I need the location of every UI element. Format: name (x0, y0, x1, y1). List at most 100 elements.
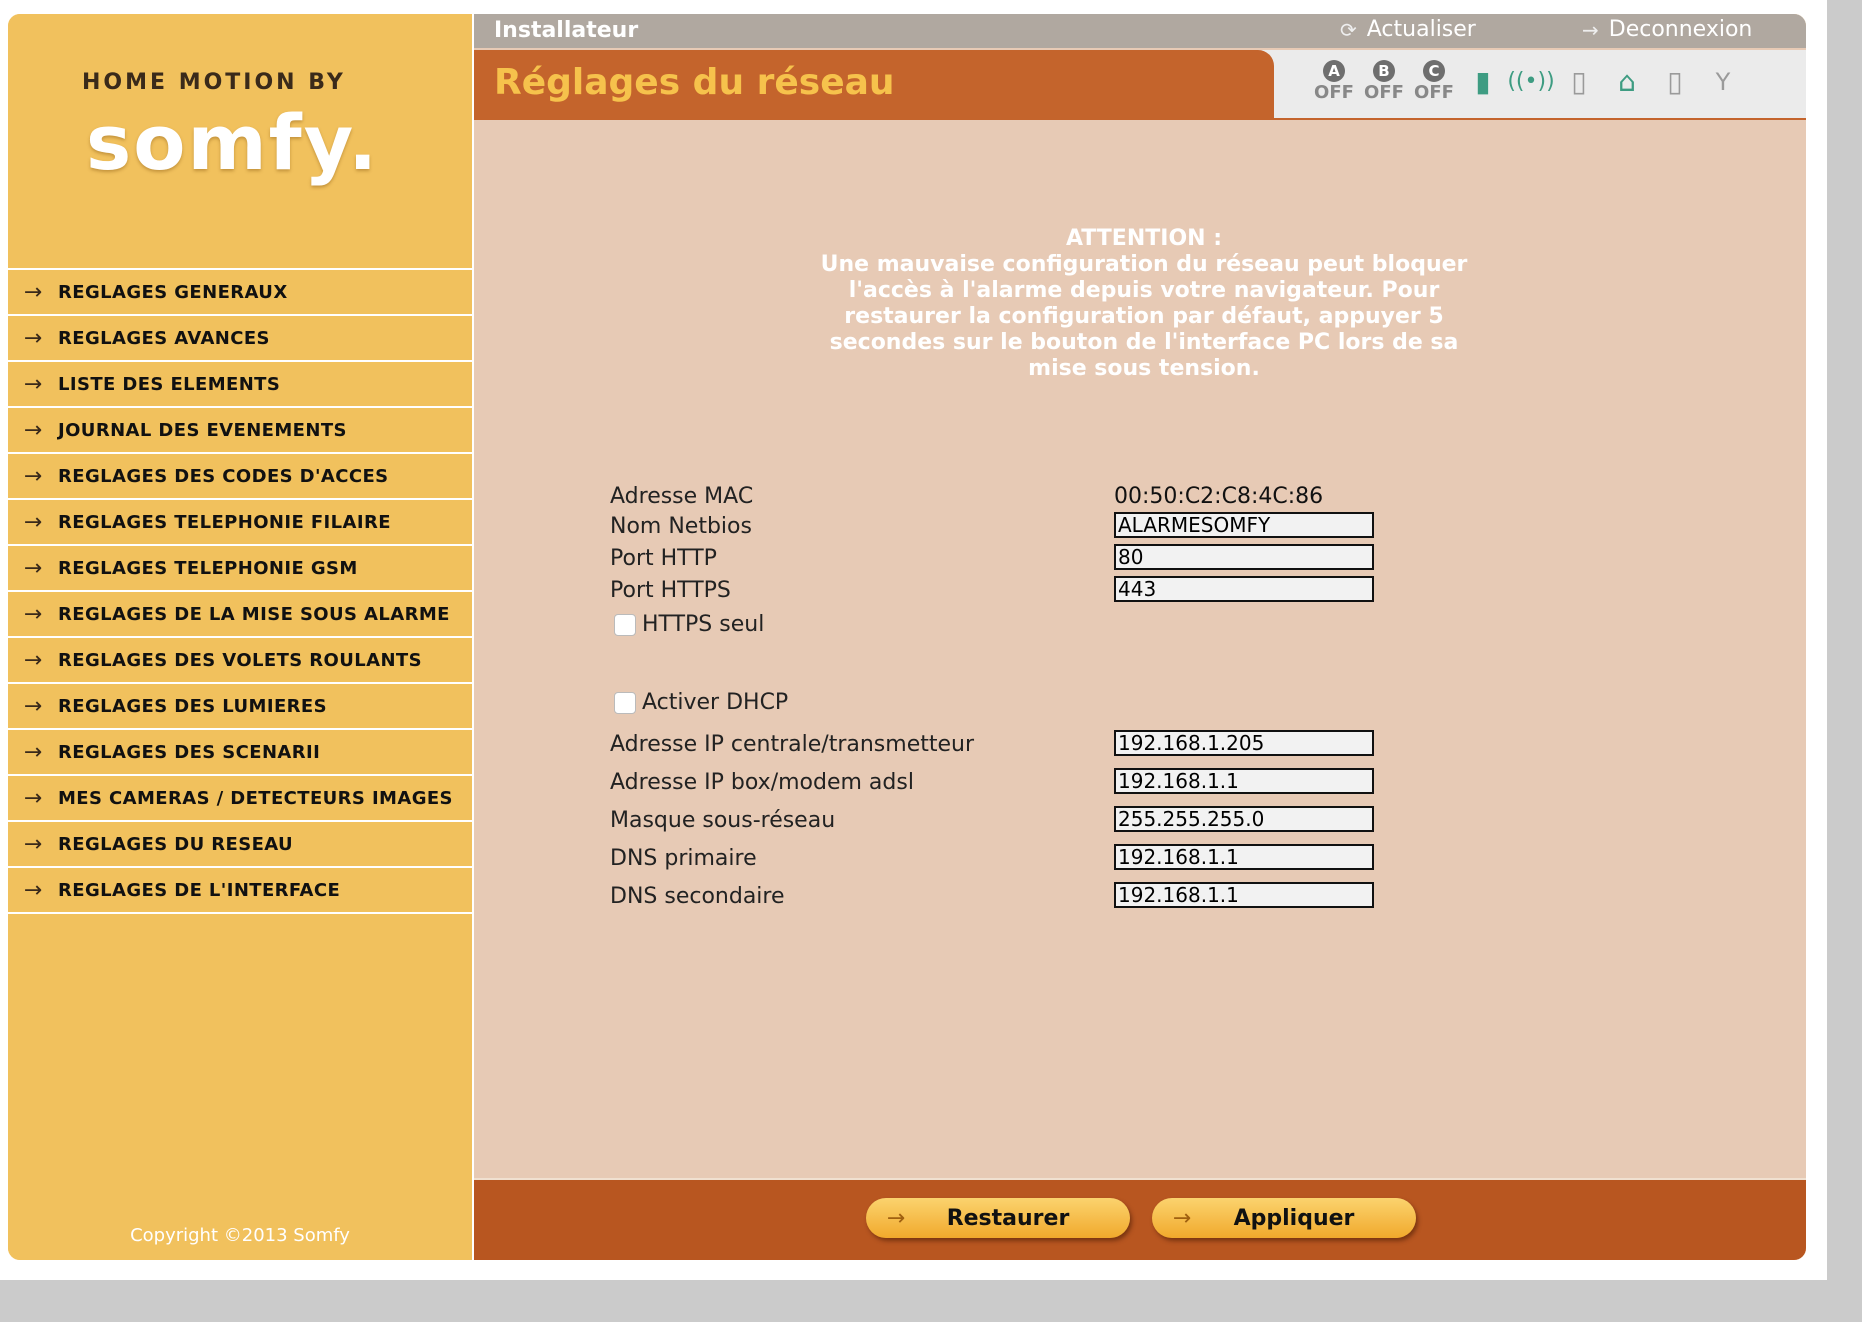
page-title: Réglages du réseau (494, 62, 895, 103)
https-only-option[interactable]: HTTPS seul (614, 612, 764, 637)
sidebar-item-label: REGLAGES DES VOLETS ROULANTS (58, 649, 422, 671)
title-tab: Réglages du réseau (474, 50, 1274, 120)
dhcp-checkbox[interactable] (614, 691, 636, 714)
dns-secondary-input[interactable] (1114, 882, 1374, 908)
sidebar-item-label: REGLAGES DES LUMIERES (58, 695, 327, 717)
sidebar-item-reseau[interactable]: → REGLAGES DU RESEAU (8, 822, 472, 868)
dns-primary-input[interactable] (1114, 844, 1374, 870)
arrow-right-icon: → (1172, 1205, 1192, 1231)
arrow-right-icon: → (23, 647, 43, 673)
sidebar-item-label: REGLAGES DU RESEAU (58, 833, 294, 855)
sidebar-item-liste-elements[interactable]: → LISTE DES ELEMENTS (8, 362, 472, 408)
zone-a-icon: A (1323, 60, 1345, 82)
arrow-right-icon: → (1582, 17, 1599, 42)
logo-tagline: HOME MOTION BY (82, 70, 346, 95)
apply-button-label: Appliquer (1233, 1205, 1355, 1231)
http-port-label: Port HTTP (610, 546, 717, 571)
arrow-right-icon: → (23, 831, 43, 857)
arrow-right-icon: → (23, 371, 43, 397)
refresh-label: Actualiser (1366, 17, 1476, 42)
sidebar-nav: → REGLAGES GENERAUX → REGLAGES AVANCES → LI… (8, 268, 472, 914)
zone-a-state: OFF (1314, 82, 1354, 103)
app-window: HOME MOTION BY somfy. → REGLAGES GENERAUX… (8, 14, 1806, 1260)
subnet-mask-input[interactable] (1114, 806, 1374, 832)
sidebar-item-reglages-avances[interactable]: → REGLAGES AVANCES (8, 316, 472, 362)
https-port-label: Port HTTPS (610, 578, 731, 603)
main-panel: Installateur ⟳ Actualiser → Deconnexion … (474, 14, 1806, 1260)
arrow-right-icon: → (23, 279, 43, 305)
arrow-right-icon: → (23, 463, 43, 489)
sidebar-item-volets-roulants[interactable]: → REGLAGES DES VOLETS ROULANTS (8, 638, 472, 684)
zone-b-status: B OFF (1359, 60, 1409, 104)
refresh-icon: ⟳ (1340, 17, 1357, 42)
sidebar-item-label: REGLAGES DES CODES D'ACCES (58, 465, 389, 487)
https-only-checkbox[interactable] (614, 613, 636, 636)
mac-value: 00:50:C2:C8:4C:86 (1114, 484, 1324, 509)
zone-c-status: C OFF (1409, 60, 1459, 104)
arrow-right-icon: → (23, 785, 43, 811)
sidebar-item-telephonie-gsm[interactable]: → REGLAGES TELEPHONIE GSM (8, 546, 472, 592)
sidebar-item-label: REGLAGES DE LA MISE SOUS ALARME (58, 603, 450, 625)
netbios-label: Nom Netbios (610, 514, 752, 539)
user-role-label: Installateur (494, 18, 639, 43)
gsm-antenna-icon: Y (1715, 68, 1731, 96)
subnet-mask-label: Masque sous-réseau (610, 808, 836, 833)
dhcp-label: Activer DHCP (642, 690, 789, 715)
somfy-logo: HOME MOTION BY somfy. (8, 14, 472, 266)
copyright-text: Copyright ©2013 Somfy (130, 1225, 350, 1246)
sidebar-item-label: REGLAGES TELEPHONIE FILAIRE (58, 511, 391, 533)
zone-b-state: OFF (1364, 82, 1404, 103)
title-bar: Réglages du réseau A OFF B OFF C OFF ▮ (… (474, 50, 1806, 120)
https-port-input[interactable] (1114, 576, 1374, 602)
topbar: Installateur ⟳ Actualiser → Deconnexion (474, 14, 1806, 48)
sidebar-item-reglages-generaux[interactable]: → REGLAGES GENERAUX (8, 270, 472, 316)
sidebar-item-interface[interactable]: → REGLAGES DE L'INTERFACE (8, 868, 472, 914)
restore-button[interactable]: → Restaurer (866, 1198, 1130, 1238)
gateway-label: Adresse IP box/modem adsl (610, 770, 914, 795)
dns-secondary-label: DNS secondaire (610, 884, 785, 909)
arrow-right-icon: → (23, 739, 43, 765)
arrow-right-icon: → (886, 1205, 906, 1231)
sidebar: HOME MOTION BY somfy. → REGLAGES GENERAUX… (8, 14, 474, 1260)
door-icon: ▯ (1667, 65, 1683, 98)
warning-text: Une mauvaise configuration du réseau peu… (820, 252, 1468, 381)
arrow-right-icon: → (23, 601, 43, 627)
ip-input[interactable] (1114, 730, 1374, 756)
sidebar-item-journal[interactable]: → JOURNAL DES EVENEMENTS (8, 408, 472, 454)
mac-label: Adresse MAC (610, 484, 754, 509)
sidebar-item-cameras[interactable]: → MES CAMERAS / DETECTEURS IMAGES (8, 776, 472, 822)
dns-primary-label: DNS primaire (610, 846, 757, 871)
sidebar-item-telephonie-filaire[interactable]: → REGLAGES TELEPHONIE FILAIRE (8, 500, 472, 546)
dhcp-option[interactable]: Activer DHCP (614, 690, 788, 715)
zone-b-icon: B (1373, 60, 1395, 82)
sidebar-item-label: REGLAGES AVANCES (58, 327, 270, 349)
status-icons: A OFF B OFF C OFF ▮ ((•)) ▯ ⌂ ▯ Y (1309, 60, 1747, 104)
arrow-right-icon: → (23, 877, 43, 903)
zone-a-status: A OFF (1309, 60, 1359, 104)
sidebar-item-label: REGLAGES GENERAUX (58, 281, 288, 303)
arrow-right-icon: → (23, 325, 43, 351)
http-port-input[interactable] (1114, 544, 1374, 570)
warning-box: ATTENTION : Une mauvaise configuration d… (804, 226, 1484, 382)
sidebar-item-mise-sous-alarme[interactable]: → REGLAGES DE LA MISE SOUS ALARME (8, 592, 472, 638)
sidebar-item-scenarii[interactable]: → REGLAGES DES SCENARII (8, 730, 472, 776)
arrow-right-icon: → (23, 509, 43, 535)
https-only-label: HTTPS seul (642, 612, 765, 637)
sidebar-item-lumieres[interactable]: → REGLAGES DES LUMIERES (8, 684, 472, 730)
logout-label: Deconnexion (1608, 17, 1753, 42)
sidebar-item-codes-acces[interactable]: → REGLAGES DES CODES D'ACCES (8, 454, 472, 500)
logout-link[interactable]: → Deconnexion (1582, 17, 1752, 42)
zone-c-state: OFF (1414, 82, 1454, 103)
zone-c-icon: C (1423, 60, 1445, 82)
refresh-link[interactable]: ⟳ Actualiser (1340, 17, 1476, 42)
warning-title: ATTENTION : (1065, 226, 1223, 251)
arrow-right-icon: → (23, 417, 43, 443)
radio-signal-icon: ((•)) (1507, 69, 1555, 94)
battery-icon: ▮ (1475, 65, 1491, 98)
network-settings-content: ATTENTION : Une mauvaise configuration d… (474, 120, 1806, 1192)
apply-button[interactable]: → Appliquer (1152, 1198, 1416, 1238)
gateway-input[interactable] (1114, 768, 1374, 794)
netbios-input[interactable] (1114, 512, 1374, 538)
sidebar-item-label: REGLAGES TELEPHONIE GSM (58, 557, 358, 579)
sidebar-item-label: JOURNAL DES EVENEMENTS (58, 419, 347, 441)
